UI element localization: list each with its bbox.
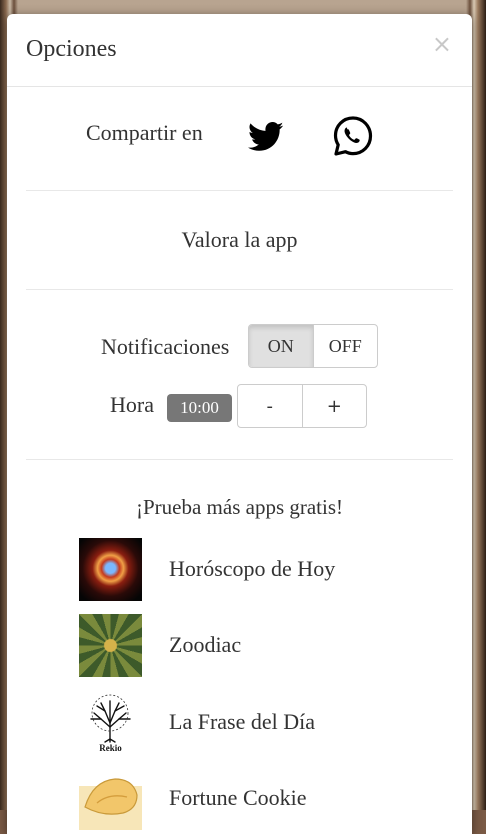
close-icon[interactable]: × xyxy=(432,32,452,56)
options-modal: Opciones × Compartir en Valora la app No… xyxy=(7,14,472,834)
time-stepper: - + xyxy=(237,384,367,428)
time-decrement-button[interactable]: - xyxy=(238,385,303,427)
notifications-on-button[interactable]: ON xyxy=(249,325,314,367)
rate-app-button[interactable]: Valora la app xyxy=(26,227,453,253)
notifications-off-button[interactable]: OFF xyxy=(314,325,378,367)
modal-header: Opciones × xyxy=(7,14,472,87)
app-name: Horóscopo de Hoy xyxy=(169,556,336,581)
modal-title: Opciones xyxy=(26,36,117,62)
share-section: Compartir en xyxy=(26,87,453,191)
time-label: Hora xyxy=(110,392,154,417)
app-item-frase-del-dia[interactable]: Rekio La Frase del Día xyxy=(79,691,459,755)
share-label: Compartir en xyxy=(86,120,203,145)
twitter-icon[interactable] xyxy=(245,122,287,152)
time-value-badge: 10:00 xyxy=(167,394,232,422)
notifications-toggle: ON OFF xyxy=(248,324,378,368)
notifications-section: Notificaciones ON OFF Hora 10:00 - + xyxy=(26,290,453,460)
notifications-label: Notificaciones xyxy=(101,334,230,359)
app-item-horoscopo[interactable]: Horóscopo de Hoy xyxy=(79,538,459,602)
more-apps-title: ¡Prueba más apps gratis! xyxy=(135,495,344,519)
tree-icon: Rekio xyxy=(79,691,142,754)
whatsapp-icon[interactable] xyxy=(331,114,375,158)
time-increment-button[interactable]: + xyxy=(303,385,367,427)
app-item-fortune-cookie[interactable]: Fortune Cookie xyxy=(79,767,459,831)
more-apps-section: ¡Prueba más apps gratis! Horóscopo de Ho… xyxy=(26,460,453,834)
fortune-cookie-icon xyxy=(79,767,142,830)
app-name: La Frase del Día xyxy=(169,709,315,734)
app-item-zoodiac[interactable]: Zoodiac xyxy=(79,614,459,678)
zodiac-clock-icon xyxy=(79,614,142,677)
thumb-caption: Rekio xyxy=(99,743,122,753)
app-name: Fortune Cookie xyxy=(169,785,307,810)
app-name: Zoodiac xyxy=(169,632,242,657)
rate-section: Valora la app xyxy=(26,191,453,290)
horoscope-nebula-icon xyxy=(79,538,142,601)
